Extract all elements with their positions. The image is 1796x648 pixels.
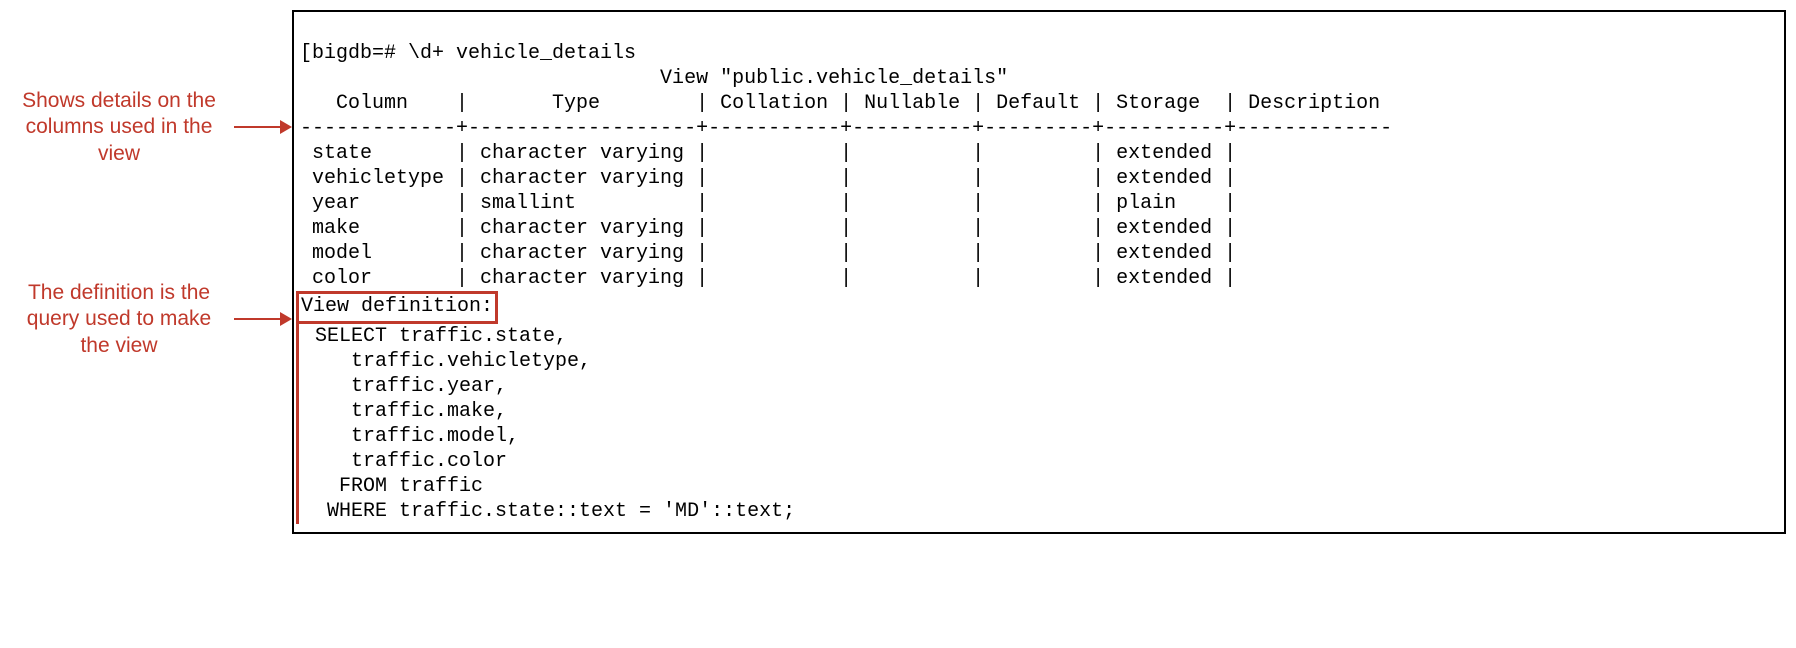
terminal-output: [bigdb=# \d+ vehicle_details View "publi… <box>292 10 1786 534</box>
table-row: model | character varying | | | | extend… <box>300 242 1236 265</box>
table-row: state | character varying | | | | extend… <box>300 142 1236 165</box>
annotation-definition: The definition is the query used to make… <box>10 280 234 359</box>
prompt-line: [bigdb=# \d+ vehicle_details <box>300 42 636 65</box>
view-title: View "public.vehicle_details" <box>300 67 1008 90</box>
table-row: year | smallint | | | | plain | <box>300 192 1236 215</box>
table-header: Column | Type | Collation | Nullable | D… <box>300 92 1380 115</box>
view-definition-body: SELECT traffic.state, traffic.vehicletyp… <box>296 324 1774 524</box>
sql-line: traffic.make, <box>303 400 507 423</box>
sql-line: traffic.model, <box>303 425 519 448</box>
annotations-column: Shows details on the columns used in the… <box>10 10 290 70</box>
table-row: color | character varying | | | | extend… <box>300 267 1236 290</box>
sql-line: SELECT traffic.state, <box>303 325 567 348</box>
table-row: vehicletype | character varying | | | | … <box>300 167 1236 190</box>
view-definition-label: View definition: <box>296 291 498 324</box>
sql-line: traffic.year, <box>303 375 507 398</box>
arrow-icon <box>234 126 290 128</box>
table-row: make | character varying | | | | extende… <box>300 217 1236 240</box>
sql-line: traffic.color <box>303 450 507 473</box>
sql-line: WHERE traffic.state::text = 'MD'::text; <box>303 500 795 523</box>
annotation-columns: Shows details on the columns used in the… <box>10 88 234 167</box>
sql-line: traffic.vehicletype, <box>303 350 591 373</box>
table-separator: -------------+-------------------+------… <box>300 117 1392 140</box>
arrow-icon <box>234 318 290 320</box>
sql-line: FROM traffic <box>303 475 483 498</box>
